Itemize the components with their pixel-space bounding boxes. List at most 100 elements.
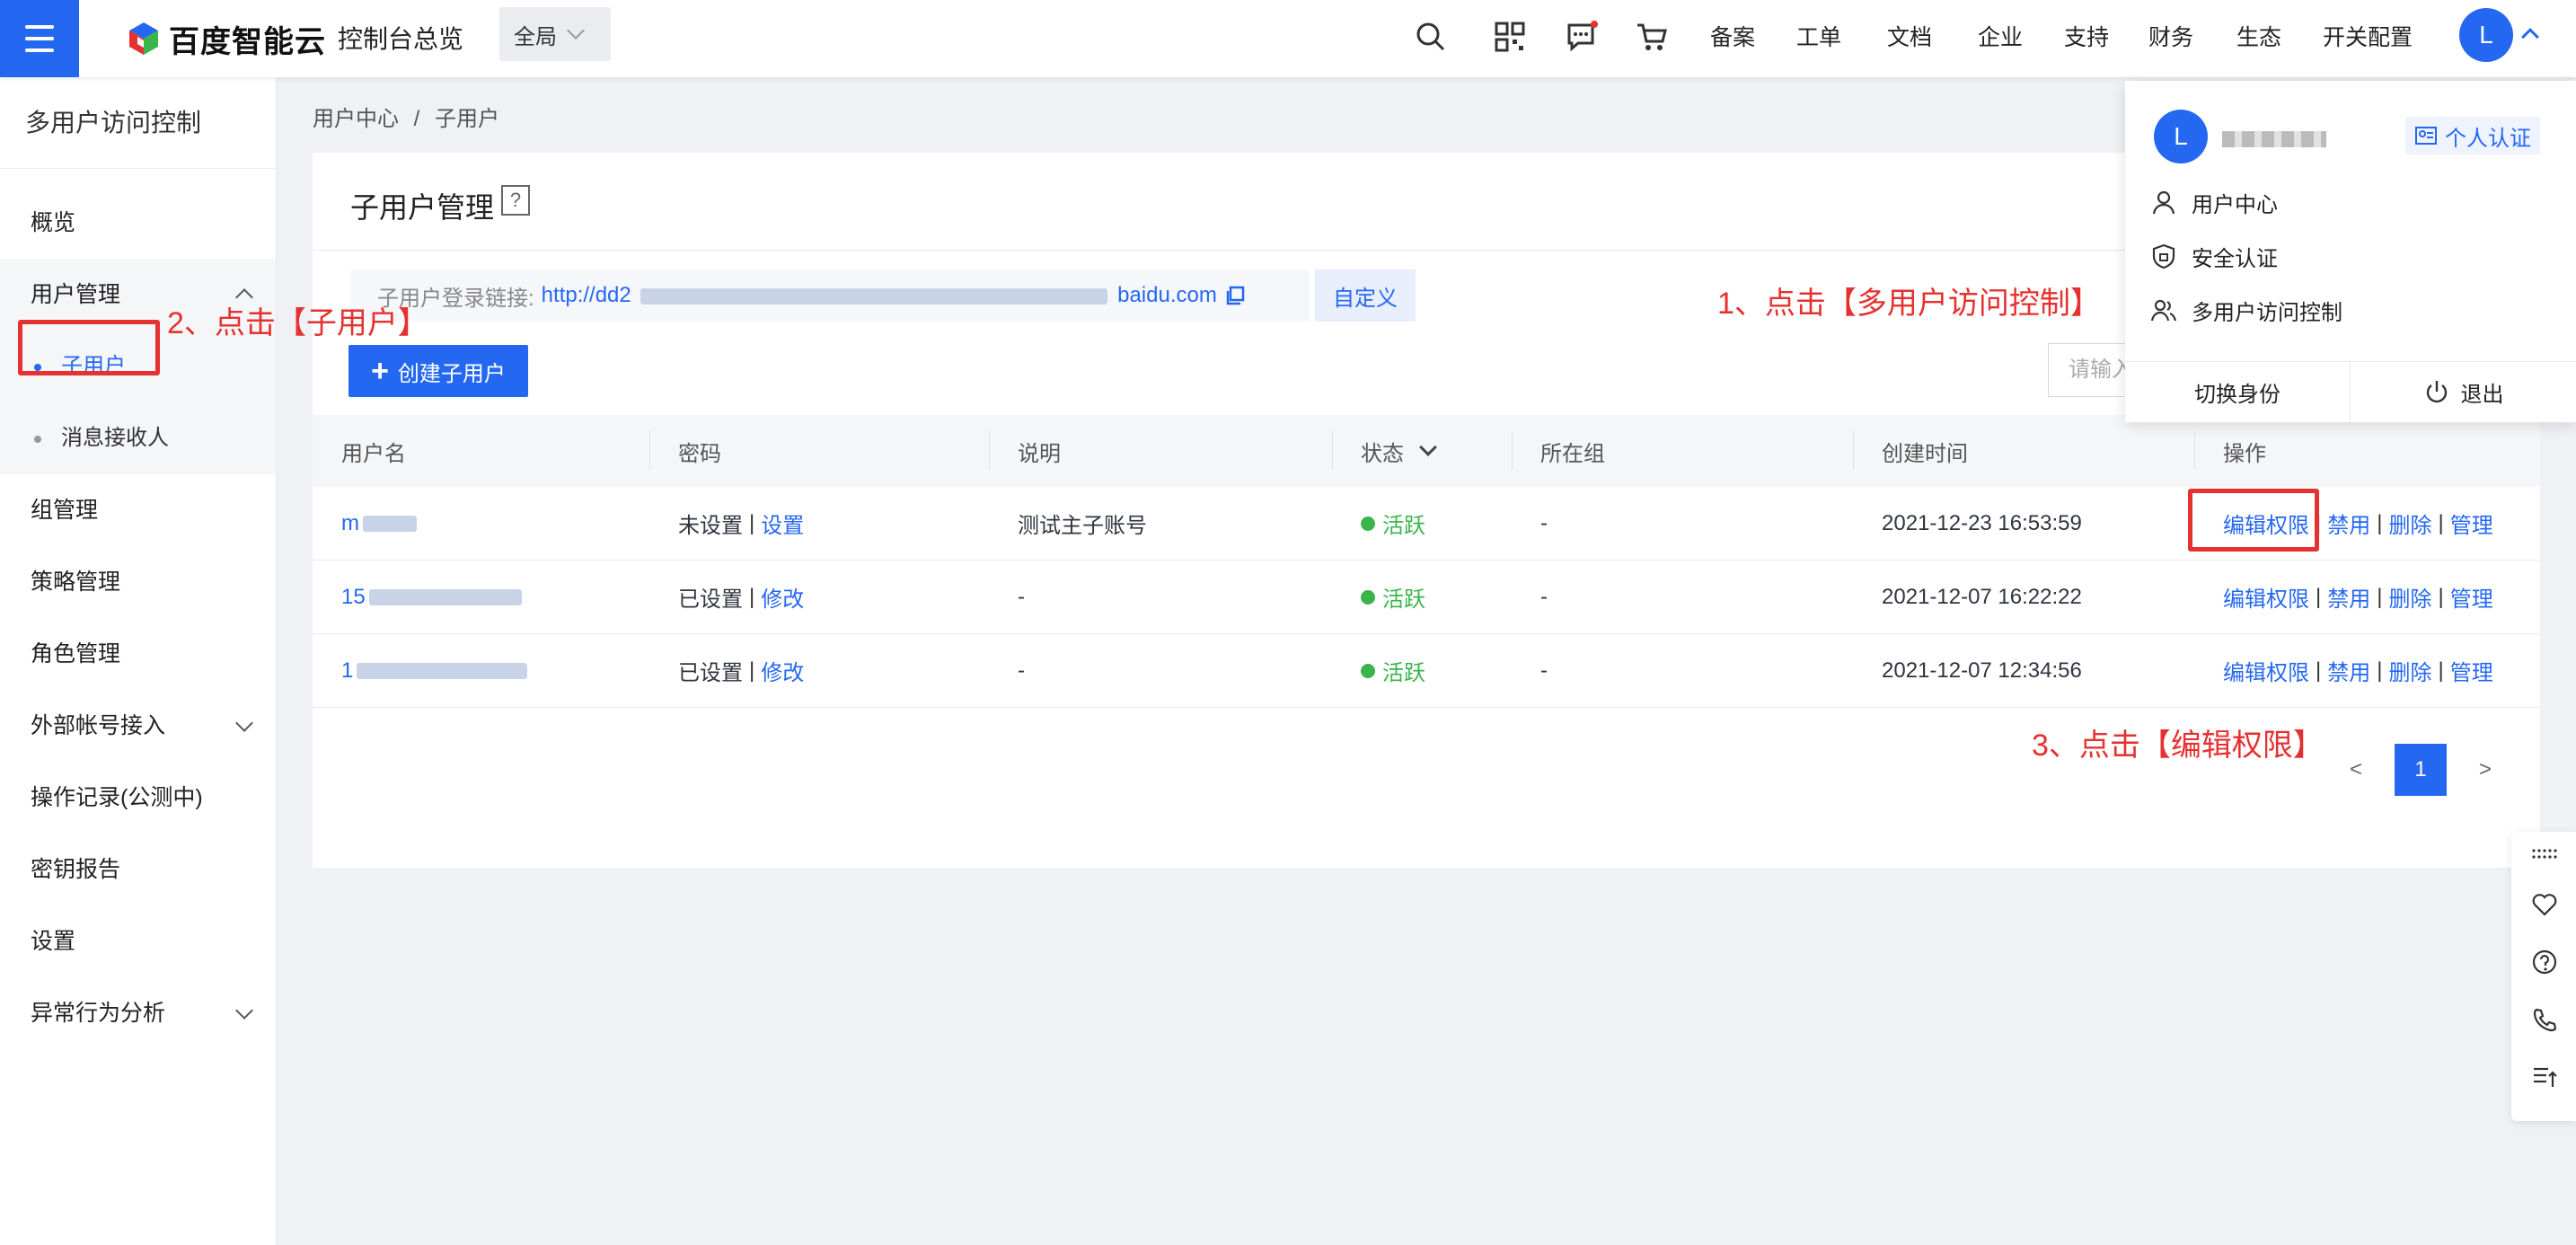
menu-item-security[interactable]: 安全认证 xyxy=(2150,234,2278,278)
separator: | xyxy=(2316,584,2322,609)
annotation-box-edit-permission xyxy=(2188,489,2319,552)
copy-icon[interactable] xyxy=(1224,285,1246,306)
nav-enterprise[interactable]: 企业 xyxy=(1978,20,2023,52)
help-circle-icon[interactable] xyxy=(2531,949,2558,976)
disable-link[interactable]: 禁用 xyxy=(2327,581,2370,613)
disable-link[interactable]: 禁用 xyxy=(2327,508,2370,539)
password-modify-link[interactable]: 修改 xyxy=(761,581,804,613)
brand-logo[interactable]: 百度智能云 xyxy=(126,16,326,61)
annotation-step3: 3、点击【编辑权限】 xyxy=(2032,728,2324,763)
logout-label: 退出 xyxy=(2460,382,2504,407)
login-link-url[interactable]: http://dd2 baidu.com xyxy=(542,283,1217,308)
status-badge: 活跃 xyxy=(1382,514,1425,538)
page-title: 子用户管理 xyxy=(350,191,495,224)
login-link-bar: 子用户登录链接: http://dd2 baidu.com xyxy=(350,269,1310,322)
delete-link[interactable]: 删除 xyxy=(2388,655,2431,686)
separator: | xyxy=(2438,510,2444,535)
manage-link[interactable]: 管理 xyxy=(2450,508,2493,539)
shield-icon xyxy=(2152,243,2175,269)
sidebar-subitem-message-receiver[interactable]: 消息接收人 xyxy=(0,402,276,474)
group-cell: - xyxy=(1540,658,1548,683)
help-icon[interactable]: ? xyxy=(501,185,530,216)
breadcrumb-separator: / xyxy=(413,107,420,131)
nav-ecosystem[interactable]: 生态 xyxy=(2236,20,2281,52)
next-page-button[interactable]: > xyxy=(2479,757,2492,782)
separator: | xyxy=(2377,510,2383,535)
table-header: 用户名 密码 说明 状态 所在组 创建时间 操作 xyxy=(313,415,2540,487)
sidebar-item-key-report[interactable]: 密钥报告 xyxy=(0,834,276,905)
username-link[interactable]: 1 xyxy=(341,658,353,684)
prev-page-button[interactable]: < xyxy=(2350,757,2362,782)
password-state: 已设置 xyxy=(678,587,743,612)
username-link[interactable]: m xyxy=(341,511,359,536)
separator: | xyxy=(2316,658,2322,683)
message-icon[interactable] xyxy=(1565,20,1599,54)
cart-icon[interactable] xyxy=(1635,20,1669,54)
created-cell: 2021-12-07 16:22:22 xyxy=(1882,584,2082,609)
group-cell: - xyxy=(1540,510,1548,535)
console-overview-link[interactable]: 控制台总览 xyxy=(338,20,463,56)
nav-finance[interactable]: 财务 xyxy=(2148,20,2193,52)
nav-switch-config[interactable]: 开关配置 xyxy=(2323,20,2413,52)
sidebar-item-anomaly-analysis[interactable]: 异常行为分析 xyxy=(0,977,276,1049)
edit-permission-link[interactable]: 编辑权限 xyxy=(2223,655,2309,686)
menu-icon[interactable] xyxy=(0,0,79,77)
disable-link[interactable]: 禁用 xyxy=(2327,655,2370,686)
customize-button[interactable]: 自定义 xyxy=(1315,269,1416,322)
annotation-step1: 1、点击【多用户访问控制】 xyxy=(1717,287,2101,321)
nav-ticket[interactable]: 工单 xyxy=(1796,20,1841,52)
sidebar-item-settings[interactable]: 设置 xyxy=(0,905,276,977)
sidebar-item-operation-log[interactable]: 操作记录(公测中) xyxy=(0,762,276,834)
manage-link[interactable]: 管理 xyxy=(2450,581,2493,613)
sidebar-item-external-account[interactable]: 外部帐号接入 xyxy=(0,690,276,762)
status-badge: 活跃 xyxy=(1382,587,1425,612)
chevron-down-icon[interactable] xyxy=(1419,438,1437,456)
region-scope-select[interactable]: 全局 xyxy=(499,7,611,61)
separator: | xyxy=(749,584,755,609)
nav-filing[interactable]: 备案 xyxy=(1710,20,1755,52)
nav-docs[interactable]: 文档 xyxy=(1887,20,1932,52)
back-to-top-icon[interactable] xyxy=(2531,1064,2558,1090)
logout-button[interactable]: 退出 xyxy=(2351,361,2576,422)
user-avatar[interactable]: L xyxy=(2459,8,2513,62)
delete-link[interactable]: 删除 xyxy=(2388,508,2431,539)
separator: | xyxy=(749,658,755,683)
menu-item-user-center[interactable]: 用户中心 xyxy=(2150,180,2278,225)
delete-link[interactable]: 删除 xyxy=(2388,581,2431,613)
page-1-button[interactable]: 1 xyxy=(2395,744,2448,796)
qrcode-icon[interactable] xyxy=(1493,20,1527,54)
password-set-link[interactable]: 设置 xyxy=(761,508,804,539)
username-link[interactable]: 15 xyxy=(341,585,366,610)
phone-icon[interactable] xyxy=(2531,1006,2558,1033)
nav-support[interactable]: 支持 xyxy=(2064,20,2109,52)
status-dot-icon xyxy=(1361,663,1375,678)
chevron-down-icon xyxy=(567,22,585,40)
switch-identity-button[interactable]: 切换身份 xyxy=(2125,361,2350,422)
sidebar-item-policy-management[interactable]: 策略管理 xyxy=(0,546,276,618)
personal-verification-button[interactable]: 个人认证 xyxy=(2405,117,2540,155)
breadcrumb-user-center[interactable]: 用户中心 xyxy=(313,107,399,131)
description-cell: - xyxy=(1018,658,1025,683)
search-icon[interactable] xyxy=(1414,20,1448,54)
manage-link[interactable]: 管理 xyxy=(2450,655,2493,686)
chevron-up-icon[interactable] xyxy=(2521,28,2539,46)
password-cell: 未设置 | 设置 xyxy=(649,487,989,560)
password-modify-link[interactable]: 修改 xyxy=(761,655,804,686)
sidebar-item-group-management[interactable]: 组管理 xyxy=(0,474,276,546)
edit-permission-link[interactable]: 编辑权限 xyxy=(2223,581,2309,613)
password-state: 未设置 xyxy=(678,514,743,538)
header-status[interactable]: 状态 xyxy=(1332,415,1512,487)
feedback-heart-icon[interactable] xyxy=(2531,891,2558,918)
menu-item-label: 多用户访问控制 xyxy=(2192,300,2342,325)
description-cell: 测试主子账号 xyxy=(1018,514,1147,538)
menu-item-multi-user-access-control[interactable]: 多用户访问控制 xyxy=(2150,287,2342,332)
sidebar-item-overview[interactable]: 概览 xyxy=(0,187,276,259)
scope-label: 全局 xyxy=(514,24,557,49)
username-cell[interactable]: 15 xyxy=(313,561,649,633)
create-subuser-button[interactable]: + 创建子用户 xyxy=(348,345,528,397)
drag-handle-icon[interactable] xyxy=(2531,848,2558,861)
sidebar-item-role-management[interactable]: 角色管理 xyxy=(0,618,276,690)
username-cell[interactable]: 1 xyxy=(313,634,649,707)
status-cell: 活跃 xyxy=(1332,634,1512,707)
username-cell[interactable]: m xyxy=(313,487,649,560)
